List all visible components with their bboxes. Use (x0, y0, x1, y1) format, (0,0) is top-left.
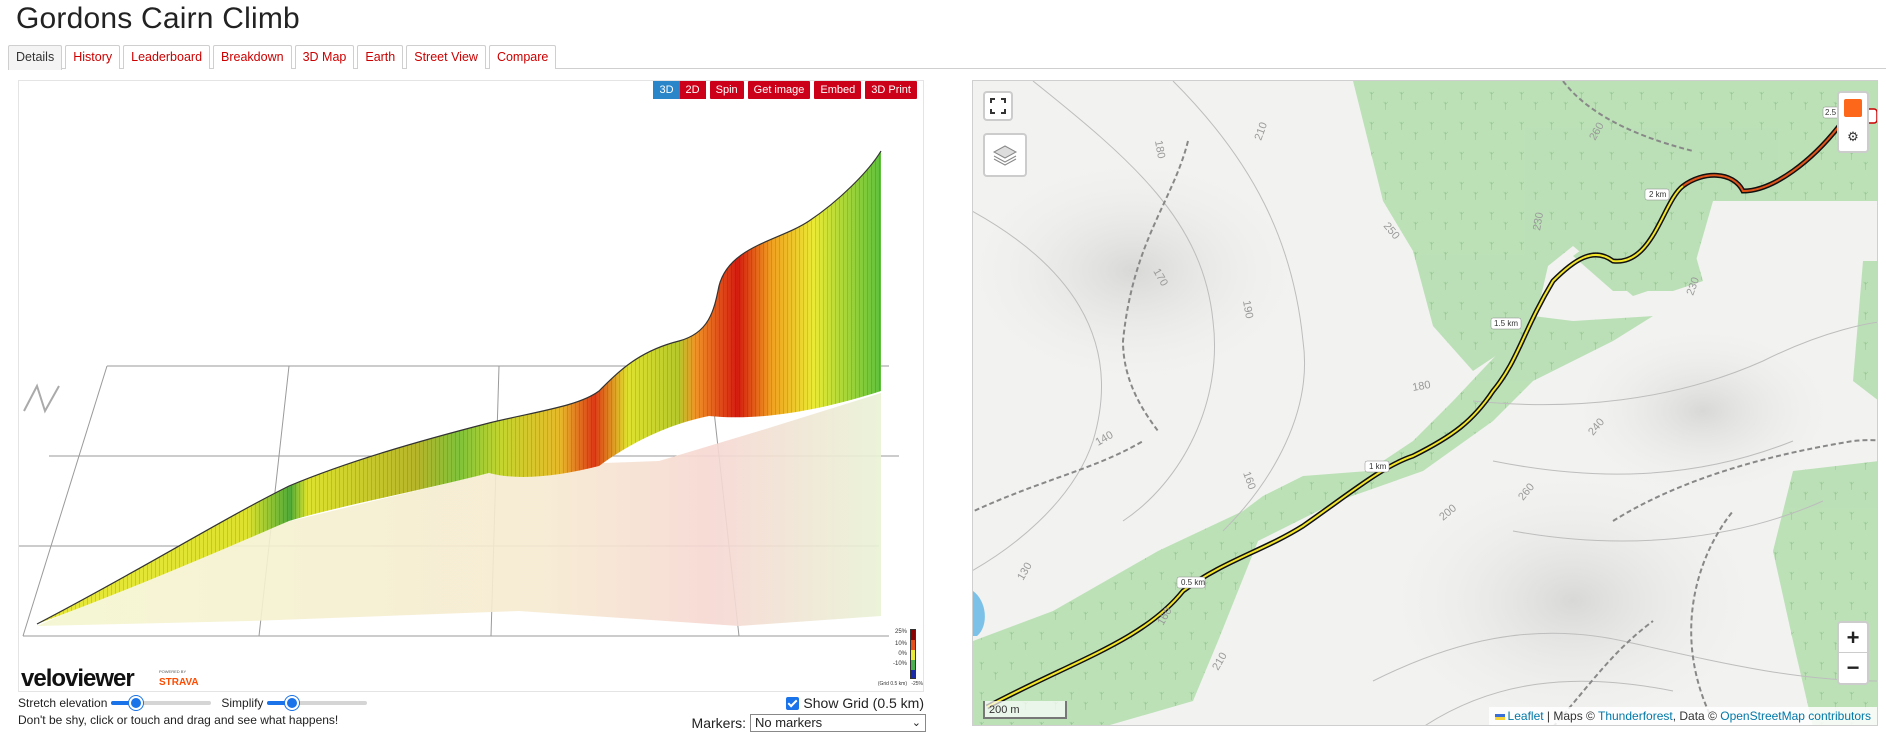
stretch-elevation-label: Stretch elevation (18, 696, 108, 710)
fullscreen-button[interactable] (983, 91, 1013, 121)
km-marker-1: 1 km (1369, 462, 1387, 471)
elevation-profile-3d[interactable]: 25% 10% 0% -10% (Grid 0.5 km) -25% velov… (18, 80, 924, 692)
profile-controls: Stretch elevation Simplify Don't be shy,… (18, 694, 928, 732)
osm-link[interactable]: OpenStreetMap contributors (1720, 709, 1871, 723)
tab-3d-map[interactable]: 3D Map (294, 45, 355, 69)
zwift-icon[interactable] (1844, 99, 1862, 117)
thunderforest-link[interactable]: Thunderforest (1598, 709, 1673, 723)
tab-breakdown[interactable]: Breakdown (213, 45, 292, 69)
map-attribution: Leaflet | Maps © Thunderforest, Data © O… (1488, 707, 1877, 725)
hint-row: Don't be shy, click or touch and drag an… (18, 713, 338, 727)
stretch-elevation-slider[interactable] (111, 696, 212, 710)
map-canvas[interactable]: ᛉ ᛉ (973, 81, 1878, 726)
profile-projection (37, 393, 881, 626)
profile-canvas[interactable]: 25% 10% 0% -10% (Grid 0.5 km) -25% velov… (19, 81, 925, 693)
layers-icon (992, 145, 1018, 166)
markers-label: Markers: (691, 715, 746, 731)
gradient-legend: 25% 10% 0% -10% (Grid 0.5 km) -25% (878, 629, 924, 687)
spin-button[interactable]: Spin (709, 81, 744, 99)
tab-history[interactable]: History (65, 45, 121, 69)
svg-text:POWERED BY: POWERED BY (159, 669, 186, 674)
legend-label-neg10: -10% (893, 661, 908, 667)
tab-leaderboard[interactable]: Leaderboard (123, 45, 211, 69)
print-3d-button[interactable]: 3D Print (865, 81, 917, 99)
show-grid-label: Show Grid (0.5 km) (803, 695, 924, 711)
chevron-down-icon: ⌄ (911, 717, 921, 729)
tab-bar: Details History Leaderboard Breakdown 3D… (8, 45, 1886, 70)
show-grid-checkbox[interactable] (786, 696, 800, 710)
legend-label-top: 25% (895, 629, 908, 635)
btn-3d[interactable]: 3D (653, 81, 680, 99)
zoom-in-button[interactable]: + (1839, 623, 1867, 653)
gear-icon[interactable]: ⚙ (1847, 129, 1859, 145)
tab-earth[interactable]: Earth (357, 45, 404, 69)
markers-select[interactable]: No markers ⌄ (750, 714, 926, 732)
embed-button[interactable]: Embed (814, 81, 862, 99)
svg-text:veloviewer: veloviewer (21, 665, 134, 692)
view-mode-toggle[interactable]: 3D 2D (653, 81, 706, 99)
svg-text:STRAVA: STRAVA (159, 677, 199, 688)
zoom-out-button[interactable]: − (1839, 653, 1867, 683)
layers-button[interactable] (983, 133, 1027, 177)
simplify-label: Simplify (221, 696, 264, 710)
page-title: Gordons Cairn Climb (16, 2, 300, 35)
tab-compare[interactable]: Compare (488, 45, 557, 69)
legend-grid-note: (Grid 0.5 km) (878, 681, 908, 687)
km-marker-0.5: 0.5 km (1181, 578, 1205, 587)
profile-view-buttons: 3D 2D Spin Get image Embed 3D Print (653, 81, 917, 99)
get-image-button[interactable]: Get image (747, 81, 811, 99)
tab-street-view[interactable]: Street View (406, 45, 486, 69)
km-marker-2.5: 2.5 (1825, 108, 1837, 117)
legend-label-bottom: -25% (911, 681, 923, 687)
legend-label-0: 0% (898, 651, 907, 657)
route-map[interactable]: ᛉ ᛉ (972, 80, 1878, 726)
ukraine-flag-icon (1494, 714, 1505, 720)
fullscreen-icon (990, 98, 1006, 114)
tab-details[interactable]: Details (8, 45, 63, 70)
interaction-hint: Don't be shy, click or touch and drag an… (18, 713, 339, 727)
simplify-slider[interactable] (267, 696, 368, 710)
km-marker-1.5: 1.5 km (1494, 319, 1518, 328)
km-marker-2: 2 km (1649, 190, 1667, 199)
north-arrow-icon (23, 383, 60, 414)
btn-2d[interactable]: 2D (679, 81, 706, 99)
map-tools: ⚙ (1837, 91, 1869, 153)
veloviewer-logo: veloviewer POWERED BY STRAVA (21, 665, 199, 692)
map-scale: 200 m (983, 701, 1067, 719)
zoom-control: + − (1837, 621, 1869, 685)
leaflet-link[interactable]: Leaflet (1508, 709, 1544, 723)
legend-label-10: 10% (895, 641, 908, 647)
